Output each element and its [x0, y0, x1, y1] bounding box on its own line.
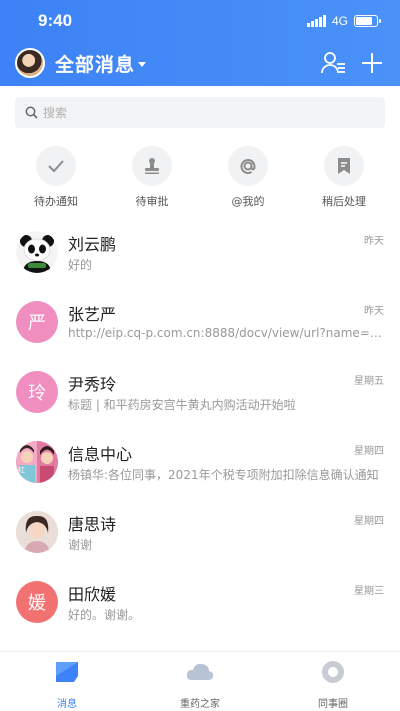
quick-action-label: @我的: [231, 195, 265, 208]
bottom-tab-bar: 消息 重药之家 同事圈: [0, 651, 400, 711]
message-preview: 好的。谢谢。: [68, 608, 141, 622]
quick-action-label: 待办通知: [34, 195, 78, 208]
quick-actions: 待办通知 待审批 @我的 稍后处理: [0, 146, 400, 216]
add-icon[interactable]: [359, 50, 385, 76]
message-time: 昨天: [364, 236, 384, 247]
search-icon: [25, 106, 38, 119]
app-header: 9:40 4G 全部消息: [0, 0, 400, 86]
conversation-item[interactable]: 刘云鹏 好的 昨天: [0, 218, 400, 288]
status-time: 9:40: [38, 11, 73, 30]
tab-company-home[interactable]: 重药之家: [150, 660, 250, 710]
search-input[interactable]: [43, 105, 343, 120]
group-photo-icon: 红: [16, 441, 58, 483]
tab-label: 重药之家: [180, 699, 220, 710]
conversation-item[interactable]: 红 信息中心 杨镇华:各位同事，2021年个税专项附加扣除信息确认通知 星期四: [0, 428, 400, 498]
cloud-icon: [186, 663, 214, 680]
contact-name: 张艺严: [68, 305, 117, 324]
contact-name: 田欣媛: [68, 585, 117, 604]
tab-messages[interactable]: 消息: [17, 660, 117, 710]
message-time: 星期四: [354, 516, 384, 527]
check-icon: [36, 146, 76, 186]
photo-icon: [16, 511, 58, 553]
contact-name: 唐思诗: [68, 515, 117, 534]
quick-action-todo[interactable]: 待办通知: [11, 146, 101, 209]
conversation-item[interactable]: 玲 尹秀玲 标题 | 和平药房安宫牛黄丸内购活动开始啦 星期五: [0, 358, 400, 428]
contact-name: 尹秀玲: [68, 375, 117, 394]
avatar-initial: 玲: [28, 383, 46, 404]
search-bar[interactable]: [15, 97, 385, 128]
battery-icon: [354, 15, 381, 27]
quick-action-mentions[interactable]: @我的: [203, 146, 293, 209]
message-preview: 标题 | 和平药房安宫牛黄丸内购活动开始啦: [68, 398, 296, 412]
message-preview: 好的: [68, 258, 93, 272]
stamp-icon: [132, 146, 172, 186]
tab-label: 同事圈: [318, 699, 348, 710]
my-avatar[interactable]: [15, 48, 45, 78]
message-time: 星期五: [354, 376, 384, 387]
message-time: 星期四: [354, 446, 384, 457]
quick-action-later[interactable]: 稍后处理: [299, 146, 389, 209]
avatar: 媛: [16, 581, 58, 623]
page-title: 全部消息: [55, 54, 136, 76]
tab-colleagues[interactable]: 同事圈: [283, 660, 383, 710]
message-preview: 杨镇华:各位同事，2021年个税专项附加扣除信息确认通知: [68, 468, 379, 482]
avatar: 玲: [16, 371, 58, 413]
avatar-initial: 媛: [28, 593, 46, 614]
circle-icon: [322, 661, 344, 683]
quick-action-label: 待审批: [135, 195, 169, 208]
avatar-initial: 严: [28, 313, 46, 334]
tab-label: 消息: [57, 699, 77, 710]
contact-name: 信息中心: [68, 445, 133, 464]
panda-icon: [16, 231, 58, 273]
at-icon: [228, 146, 268, 186]
quick-action-approval[interactable]: 待审批: [107, 146, 197, 209]
title-bar: 全部消息: [0, 44, 400, 84]
network-label: 4G: [331, 14, 348, 28]
signal-icon: [306, 15, 326, 27]
status-bar: 9:40 4G: [0, 0, 400, 40]
message-time: 昨天: [364, 306, 384, 317]
message-filter-dropdown[interactable]: 全部消息: [55, 50, 147, 77]
conversation-item[interactable]: 媛 田欣媛 好的。谢谢。 星期三: [0, 568, 400, 638]
quick-action-label: 稍后处理: [322, 195, 366, 208]
caret-down-icon: [138, 62, 147, 67]
contact-name: 刘云鹏: [68, 235, 117, 254]
avatar: 严: [16, 301, 58, 343]
message-time: 星期三: [354, 586, 384, 597]
bookmark-icon: [324, 146, 364, 186]
status-indicators: 4G: [306, 13, 381, 29]
svg-text:红: 红: [18, 465, 25, 474]
contacts-icon[interactable]: [320, 50, 346, 76]
message-preview: http://eip.cq-p.com.cn:8888/docv/view/ur…: [68, 326, 384, 340]
message-preview: 谢谢: [68, 538, 93, 552]
message-icon: [56, 662, 78, 682]
conversation-item[interactable]: 唐思诗 谢谢 星期四: [0, 498, 400, 568]
conversation-item[interactable]: 严 张艺严 http://eip.cq-p.com.cn:8888/docv/v…: [0, 288, 400, 358]
